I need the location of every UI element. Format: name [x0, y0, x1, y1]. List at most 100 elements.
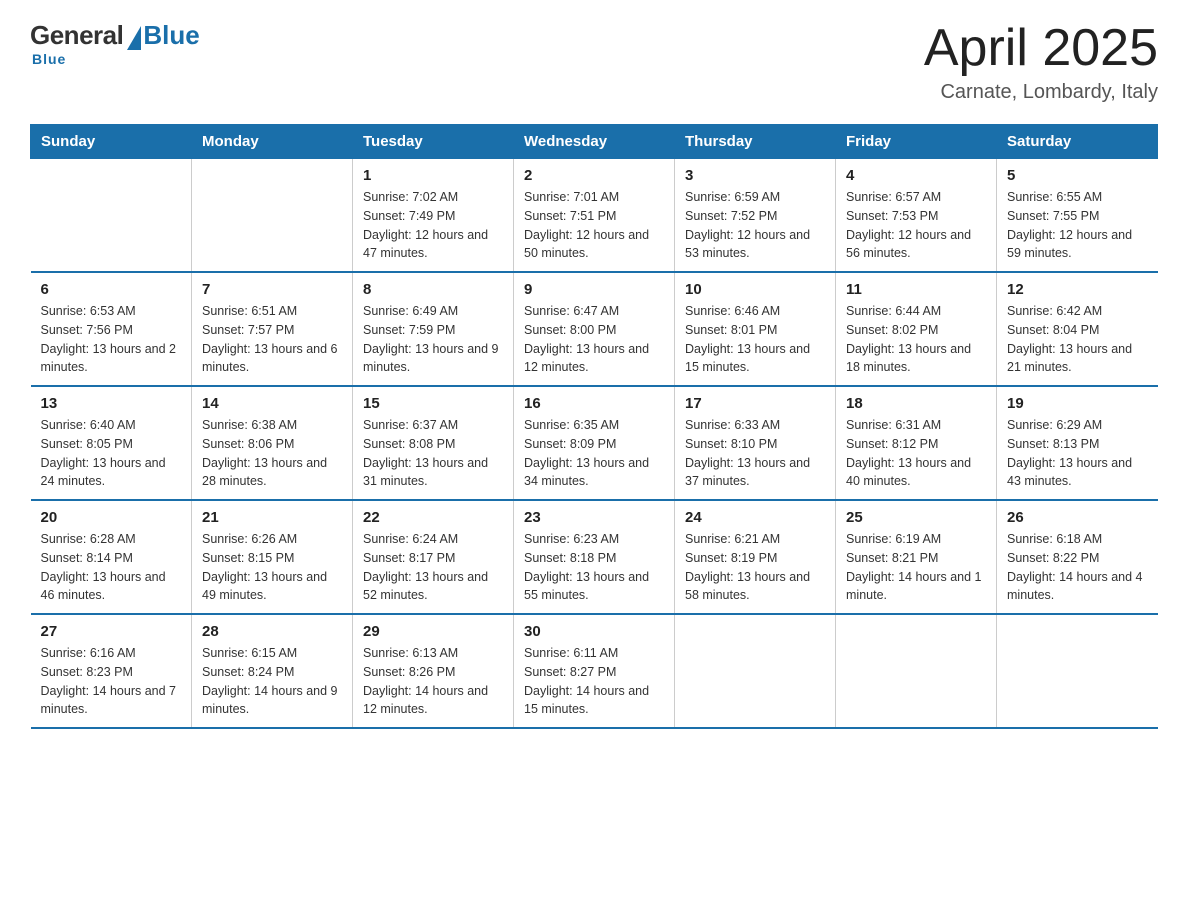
day-number: 24 [685, 509, 825, 526]
logo: General Blue Blue [30, 20, 200, 67]
title-block: April 2025 Carnate, Lombardy, Italy [924, 20, 1158, 104]
logo-general-text: General [30, 20, 123, 51]
calendar-week-row: 6 Sunrise: 6:53 AM Sunset: 7:56 PM Daylig… [31, 272, 1158, 386]
calendar-cell: 15Sunrise: 6:37 AM Sunset: 8:08 PM Dayli… [353, 386, 514, 500]
calendar-cell: 28 Sunrise: 6:15 AM Sunset: 8:24 PM Dayli… [192, 614, 353, 728]
day-info: Sunrise: 6:46 AM Sunset: 8:01 PM Dayligh… [685, 302, 825, 377]
calendar-cell: 22Sunrise: 6:24 AM Sunset: 8:17 PM Dayli… [353, 500, 514, 614]
day-info: Sunrise: 6:28 AM Sunset: 8:14 PM Dayligh… [41, 530, 182, 605]
day-info: Sunrise: 6:29 AM Sunset: 8:13 PM Dayligh… [1007, 416, 1148, 491]
day-info: Sunrise: 6:35 AM Sunset: 8:09 PM Dayligh… [524, 416, 664, 491]
logo-blue-text: Blue [143, 20, 199, 51]
day-info: Sunrise: 6:11 AM Sunset: 8:27 PM Dayligh… [524, 644, 664, 719]
calendar-cell: 6 Sunrise: 6:53 AM Sunset: 7:56 PM Daylig… [31, 272, 192, 386]
day-number: 25 [846, 509, 986, 526]
day-info: Sunrise: 6:18 AM Sunset: 8:22 PM Dayligh… [1007, 530, 1148, 605]
calendar-header-saturday: Saturday [997, 125, 1158, 159]
calendar-cell: 7 Sunrise: 6:51 AM Sunset: 7:57 PM Daylig… [192, 272, 353, 386]
day-info: Sunrise: 6:59 AM Sunset: 7:52 PM Dayligh… [685, 188, 825, 263]
calendar-week-row: 27Sunrise: 6:16 AM Sunset: 8:23 PM Dayli… [31, 614, 1158, 728]
day-number: 12 [1007, 281, 1148, 298]
day-info: Sunrise: 6:42 AM Sunset: 8:04 PM Dayligh… [1007, 302, 1148, 377]
calendar-cell: 19 Sunrise: 6:29 AM Sunset: 8:13 PM Dayli… [997, 386, 1158, 500]
calendar-header-row: SundayMondayTuesdayWednesdayThursdayFrid… [31, 125, 1158, 159]
calendar-cell [192, 159, 353, 273]
location-text: Carnate, Lombardy, Italy [924, 81, 1158, 104]
calendar-cell: 20 Sunrise: 6:28 AM Sunset: 8:14 PM Dayli… [31, 500, 192, 614]
day-info: Sunrise: 6:47 AM Sunset: 8:00 PM Dayligh… [524, 302, 664, 377]
day-number: 8 [363, 281, 503, 298]
calendar-cell: 16 Sunrise: 6:35 AM Sunset: 8:09 PM Dayli… [514, 386, 675, 500]
calendar-cell: 10 Sunrise: 6:46 AM Sunset: 8:01 PM Dayli… [675, 272, 836, 386]
calendar-cell: 24 Sunrise: 6:21 AM Sunset: 8:19 PM Dayli… [675, 500, 836, 614]
day-number: 20 [41, 509, 182, 526]
day-info: Sunrise: 7:02 AM Sunset: 7:49 PM Dayligh… [363, 188, 503, 263]
calendar-cell: 29Sunrise: 6:13 AM Sunset: 8:26 PM Dayli… [353, 614, 514, 728]
day-info: Sunrise: 6:24 AM Sunset: 8:17 PM Dayligh… [363, 530, 503, 605]
calendar-cell: 3 Sunrise: 6:59 AM Sunset: 7:52 PM Daylig… [675, 159, 836, 273]
calendar-cell: 21 Sunrise: 6:26 AM Sunset: 8:15 PM Dayli… [192, 500, 353, 614]
day-info: Sunrise: 6:38 AM Sunset: 8:06 PM Dayligh… [202, 416, 342, 491]
day-number: 17 [685, 395, 825, 412]
calendar-cell: 23Sunrise: 6:23 AM Sunset: 8:18 PM Dayli… [514, 500, 675, 614]
calendar-cell: 12 Sunrise: 6:42 AM Sunset: 8:04 PM Dayli… [997, 272, 1158, 386]
day-number: 30 [524, 623, 664, 640]
day-info: Sunrise: 6:26 AM Sunset: 8:15 PM Dayligh… [202, 530, 342, 605]
day-number: 14 [202, 395, 342, 412]
day-number: 7 [202, 281, 342, 298]
calendar-cell: 30 Sunrise: 6:11 AM Sunset: 8:27 PM Dayli… [514, 614, 675, 728]
calendar-cell: 11 Sunrise: 6:44 AM Sunset: 8:02 PM Dayli… [836, 272, 997, 386]
calendar-cell: 18 Sunrise: 6:31 AM Sunset: 8:12 PM Dayli… [836, 386, 997, 500]
day-number: 13 [41, 395, 182, 412]
day-number: 11 [846, 281, 986, 298]
logo-underline-text: Blue [32, 51, 66, 67]
calendar-cell: 17Sunrise: 6:33 AM Sunset: 8:10 PM Dayli… [675, 386, 836, 500]
day-info: Sunrise: 6:51 AM Sunset: 7:57 PM Dayligh… [202, 302, 342, 377]
day-number: 4 [846, 167, 986, 184]
calendar-cell [997, 614, 1158, 728]
calendar-header-wednesday: Wednesday [514, 125, 675, 159]
calendar-cell [31, 159, 192, 273]
day-number: 16 [524, 395, 664, 412]
calendar-cell: 2Sunrise: 7:01 AM Sunset: 7:51 PM Daylig… [514, 159, 675, 273]
day-info: Sunrise: 7:01 AM Sunset: 7:51 PM Dayligh… [524, 188, 664, 263]
day-number: 26 [1007, 509, 1148, 526]
page-header: General Blue Blue April 2025 Carnate, Lo… [30, 20, 1158, 104]
calendar-cell: 1 Sunrise: 7:02 AM Sunset: 7:49 PM Daylig… [353, 159, 514, 273]
day-number: 9 [524, 281, 664, 298]
calendar-cell: 14 Sunrise: 6:38 AM Sunset: 8:06 PM Dayli… [192, 386, 353, 500]
calendar-week-row: 1 Sunrise: 7:02 AM Sunset: 7:49 PM Daylig… [31, 159, 1158, 273]
day-info: Sunrise: 6:55 AM Sunset: 7:55 PM Dayligh… [1007, 188, 1148, 263]
calendar-week-row: 13 Sunrise: 6:40 AM Sunset: 8:05 PM Dayli… [31, 386, 1158, 500]
calendar-header-sunday: Sunday [31, 125, 192, 159]
day-number: 19 [1007, 395, 1148, 412]
calendar-week-row: 20 Sunrise: 6:28 AM Sunset: 8:14 PM Dayli… [31, 500, 1158, 614]
calendar-cell: 5 Sunrise: 6:55 AM Sunset: 7:55 PM Daylig… [997, 159, 1158, 273]
day-info: Sunrise: 6:40 AM Sunset: 8:05 PM Dayligh… [41, 416, 182, 491]
day-number: 21 [202, 509, 342, 526]
day-info: Sunrise: 6:31 AM Sunset: 8:12 PM Dayligh… [846, 416, 986, 491]
day-number: 15 [363, 395, 503, 412]
calendar-cell: 9 Sunrise: 6:47 AM Sunset: 8:00 PM Daylig… [514, 272, 675, 386]
day-info: Sunrise: 6:57 AM Sunset: 7:53 PM Dayligh… [846, 188, 986, 263]
day-info: Sunrise: 6:53 AM Sunset: 7:56 PM Dayligh… [41, 302, 182, 377]
day-number: 18 [846, 395, 986, 412]
day-number: 10 [685, 281, 825, 298]
day-info: Sunrise: 6:23 AM Sunset: 8:18 PM Dayligh… [524, 530, 664, 605]
calendar-cell: 26 Sunrise: 6:18 AM Sunset: 8:22 PM Dayli… [997, 500, 1158, 614]
day-info: Sunrise: 6:13 AM Sunset: 8:26 PM Dayligh… [363, 644, 503, 719]
day-number: 28 [202, 623, 342, 640]
day-info: Sunrise: 6:21 AM Sunset: 8:19 PM Dayligh… [685, 530, 825, 605]
calendar-header-monday: Monday [192, 125, 353, 159]
calendar-header-tuesday: Tuesday [353, 125, 514, 159]
calendar-header-thursday: Thursday [675, 125, 836, 159]
day-number: 1 [363, 167, 503, 184]
day-number: 6 [41, 281, 182, 298]
day-number: 5 [1007, 167, 1148, 184]
day-number: 3 [685, 167, 825, 184]
day-number: 27 [41, 623, 182, 640]
day-info: Sunrise: 6:15 AM Sunset: 8:24 PM Dayligh… [202, 644, 342, 719]
calendar-cell [675, 614, 836, 728]
calendar-cell: 27Sunrise: 6:16 AM Sunset: 8:23 PM Dayli… [31, 614, 192, 728]
day-info: Sunrise: 6:44 AM Sunset: 8:02 PM Dayligh… [846, 302, 986, 377]
